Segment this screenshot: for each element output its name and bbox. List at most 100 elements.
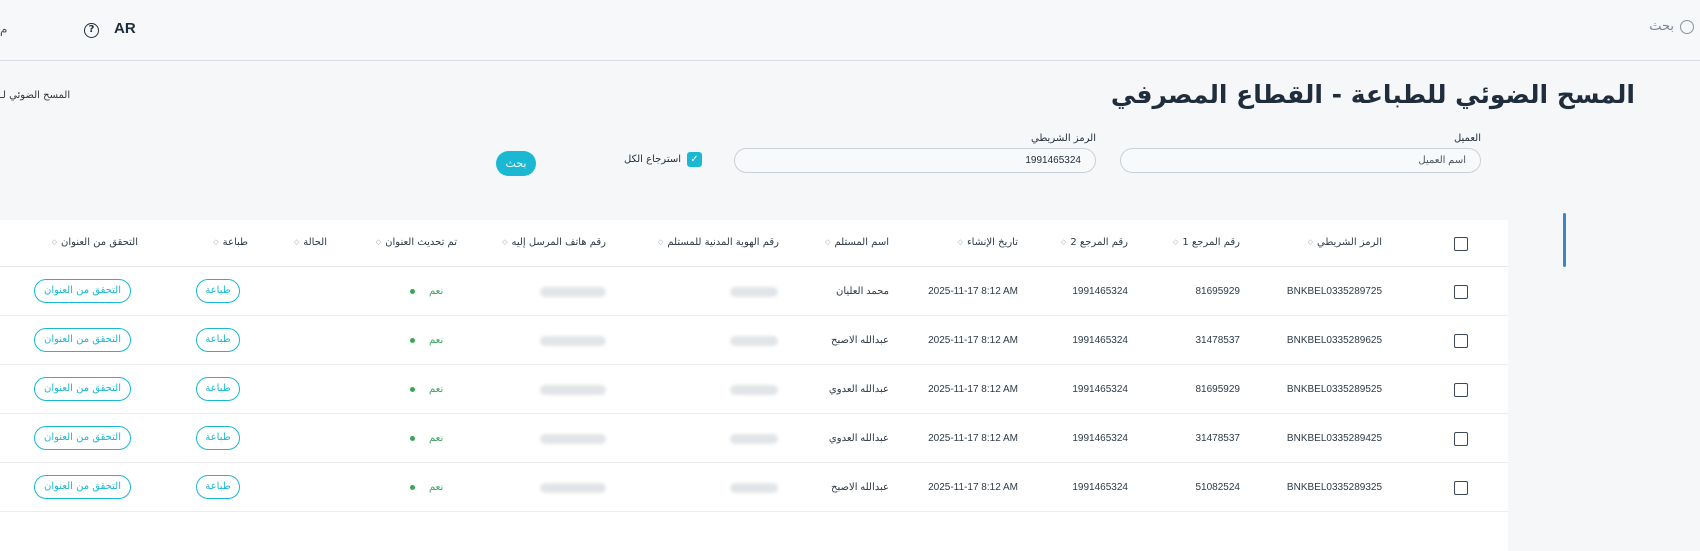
client-label: العميل bbox=[1453, 133, 1481, 144]
verify-address-button[interactable]: التحقق من العنوان bbox=[34, 279, 131, 303]
column-created[interactable]: تاريخ الإنشاء ◇ bbox=[958, 237, 1018, 248]
verify-address-button[interactable]: التحقق من العنوان bbox=[34, 475, 131, 499]
redacted-civil-id bbox=[730, 434, 778, 444]
column-ref2[interactable]: رقم المرجع 2 ◇ bbox=[1061, 237, 1128, 248]
cell-address-updated: نعم bbox=[410, 384, 443, 395]
redacted-phone bbox=[540, 336, 606, 346]
sort-icon: ◇ bbox=[658, 238, 664, 246]
cell-recipient: عبدالله الاصبح bbox=[831, 482, 889, 493]
cell-ref1: 31478537 bbox=[1195, 433, 1241, 444]
table-row[interactable]: BNKBEL0335289625 31478537 1991465324 202… bbox=[0, 316, 1508, 365]
table-row[interactable]: BNKBEL0335289725 81695929 1991465324 202… bbox=[0, 267, 1508, 316]
cell-barcode: BNKBEL0335289625 bbox=[1286, 335, 1382, 346]
barcode-input[interactable]: 1991465324 bbox=[734, 148, 1096, 173]
status-dot-icon bbox=[410, 338, 415, 343]
sort-icon: ◇ bbox=[375, 238, 382, 246]
sort-icon: ◇ bbox=[502, 238, 508, 246]
redacted-phone bbox=[540, 483, 606, 493]
cell-recipient: عبدالله العدوي bbox=[828, 433, 889, 444]
results-table: الرمز الشريطي ◇ رقم المرجع 1 ◇ رقم المرجع … bbox=[0, 220, 1508, 551]
column-barcode[interactable]: الرمز الشريطي ◇ bbox=[1308, 237, 1382, 248]
cell-created: 2025-11-17 8:12 AM bbox=[928, 482, 1018, 493]
language-switch[interactable]: AR bbox=[114, 20, 136, 37]
cell-recipient: محمد العليان bbox=[836, 286, 889, 297]
status-dot-icon bbox=[410, 485, 415, 490]
print-button[interactable]: طباعة bbox=[196, 426, 240, 450]
cell-created: 2025-11-17 8:12 AM bbox=[928, 335, 1018, 346]
column-recipient[interactable]: اسم المستلم ◇ bbox=[825, 237, 889, 248]
return-all-label: استرجاع الكل bbox=[624, 154, 681, 165]
client-input[interactable]: اسم العميل bbox=[1120, 148, 1481, 173]
return-all-checkbox[interactable]: ✓ bbox=[687, 152, 702, 167]
cell-recipient: عبدالله الاصبح bbox=[831, 335, 889, 346]
column-ref1[interactable]: رقم المرجع 1 ◇ bbox=[1173, 237, 1240, 248]
sort-icon: ◇ bbox=[1307, 238, 1314, 246]
scrollbar-indicator[interactable] bbox=[1563, 213, 1566, 267]
cell-ref2: 1991465324 bbox=[1072, 482, 1128, 493]
status-dot-icon bbox=[410, 436, 415, 441]
print-button[interactable]: طباعة bbox=[196, 377, 240, 401]
row-checkbox[interactable] bbox=[1454, 432, 1468, 446]
cell-created: 2025-11-17 8:12 AM bbox=[928, 286, 1018, 297]
cell-ref1: 81695929 bbox=[1195, 384, 1241, 395]
row-checkbox[interactable] bbox=[1454, 334, 1468, 348]
cell-barcode: BNKBEL0335289325 bbox=[1286, 482, 1382, 493]
column-address-updated[interactable]: تم تحديث العنوان ◇ bbox=[376, 237, 457, 248]
top-bar: بحث AR ? م bbox=[0, 0, 1700, 61]
cell-ref1: 51082524 bbox=[1195, 482, 1241, 493]
cell-recipient: عبدالله العدوي bbox=[828, 384, 889, 395]
help-icon[interactable]: ? bbox=[84, 23, 99, 38]
sort-icon: ◇ bbox=[1172, 238, 1179, 246]
barcode-label: الرمز الشريطي bbox=[1031, 133, 1096, 144]
global-search-label: بحث bbox=[1649, 19, 1674, 34]
cell-created: 2025-11-17 8:12 AM bbox=[928, 384, 1018, 395]
redacted-civil-id bbox=[730, 385, 778, 395]
table-row[interactable]: BNKBEL0335289325 51082524 1991465324 202… bbox=[0, 463, 1508, 512]
cell-barcode: BNKBEL0335289525 bbox=[1286, 384, 1382, 395]
redacted-civil-id bbox=[730, 336, 778, 346]
sort-icon: ◇ bbox=[825, 238, 831, 246]
print-button[interactable]: طباعة bbox=[196, 328, 240, 352]
sort-icon: ◇ bbox=[51, 238, 58, 246]
global-search[interactable]: بحث bbox=[1649, 19, 1694, 34]
cell-barcode: BNKBEL0335289425 bbox=[1286, 433, 1382, 444]
cell-ref1: 81695929 bbox=[1195, 286, 1241, 297]
return-all-option[interactable]: استرجاع الكل ✓ bbox=[624, 152, 702, 167]
redacted-phone bbox=[540, 287, 606, 297]
search-button[interactable]: بحث bbox=[496, 151, 536, 176]
verify-address-button[interactable]: التحقق من العنوان bbox=[34, 426, 131, 450]
column-print[interactable]: طباعة ◇ bbox=[213, 237, 248, 248]
row-checkbox[interactable] bbox=[1454, 285, 1468, 299]
cell-address-updated: نعم bbox=[410, 482, 443, 493]
redacted-civil-id bbox=[730, 483, 778, 493]
table-row[interactable]: BNKBEL0335289525 81695929 1991465324 202… bbox=[0, 365, 1508, 414]
redacted-phone bbox=[540, 385, 606, 395]
row-checkbox[interactable] bbox=[1454, 481, 1468, 495]
table-row[interactable]: BNKBEL0335289425 31478537 1991465324 202… bbox=[0, 414, 1508, 463]
print-button[interactable]: طباعة bbox=[196, 475, 240, 499]
redacted-phone bbox=[540, 434, 606, 444]
cell-ref2: 1991465324 bbox=[1072, 335, 1128, 346]
sort-icon: ◇ bbox=[213, 238, 219, 246]
status-dot-icon bbox=[410, 289, 415, 294]
verify-address-button[interactable]: التحقق من العنوان bbox=[34, 377, 131, 401]
cell-ref2: 1991465324 bbox=[1072, 286, 1128, 297]
breadcrumb[interactable]: المسح الضوئي لـ bbox=[0, 90, 70, 101]
sort-icon: ◇ bbox=[957, 238, 963, 246]
column-status[interactable]: الحالة ◇ bbox=[294, 237, 327, 248]
row-checkbox[interactable] bbox=[1454, 383, 1468, 397]
cell-created: 2025-11-17 8:12 AM bbox=[928, 433, 1018, 444]
cell-barcode: BNKBEL0335289725 bbox=[1286, 286, 1382, 297]
verify-address-button[interactable]: التحقق من العنوان bbox=[34, 328, 131, 352]
page-title: المسح الضوئي للطباعة - القطاع المصرفي bbox=[1110, 80, 1635, 109]
select-all-checkbox[interactable] bbox=[1454, 237, 1468, 251]
search-icon bbox=[1680, 19, 1694, 34]
column-phone[interactable]: رقم هاتف المرسل إليه ◇ bbox=[502, 237, 606, 248]
cell-address-updated: نعم bbox=[410, 335, 443, 346]
column-civil-id[interactable]: رقم الهوية المدنية للمستلم ◇ bbox=[658, 237, 779, 248]
sort-icon: ◇ bbox=[1060, 238, 1067, 246]
cell-address-updated: نعم bbox=[410, 286, 443, 297]
print-button[interactable]: طباعة bbox=[196, 279, 240, 303]
column-verify-address[interactable]: التحقق من العنوان ◇ bbox=[52, 237, 138, 248]
cell-ref1: 31478537 bbox=[1195, 335, 1241, 346]
